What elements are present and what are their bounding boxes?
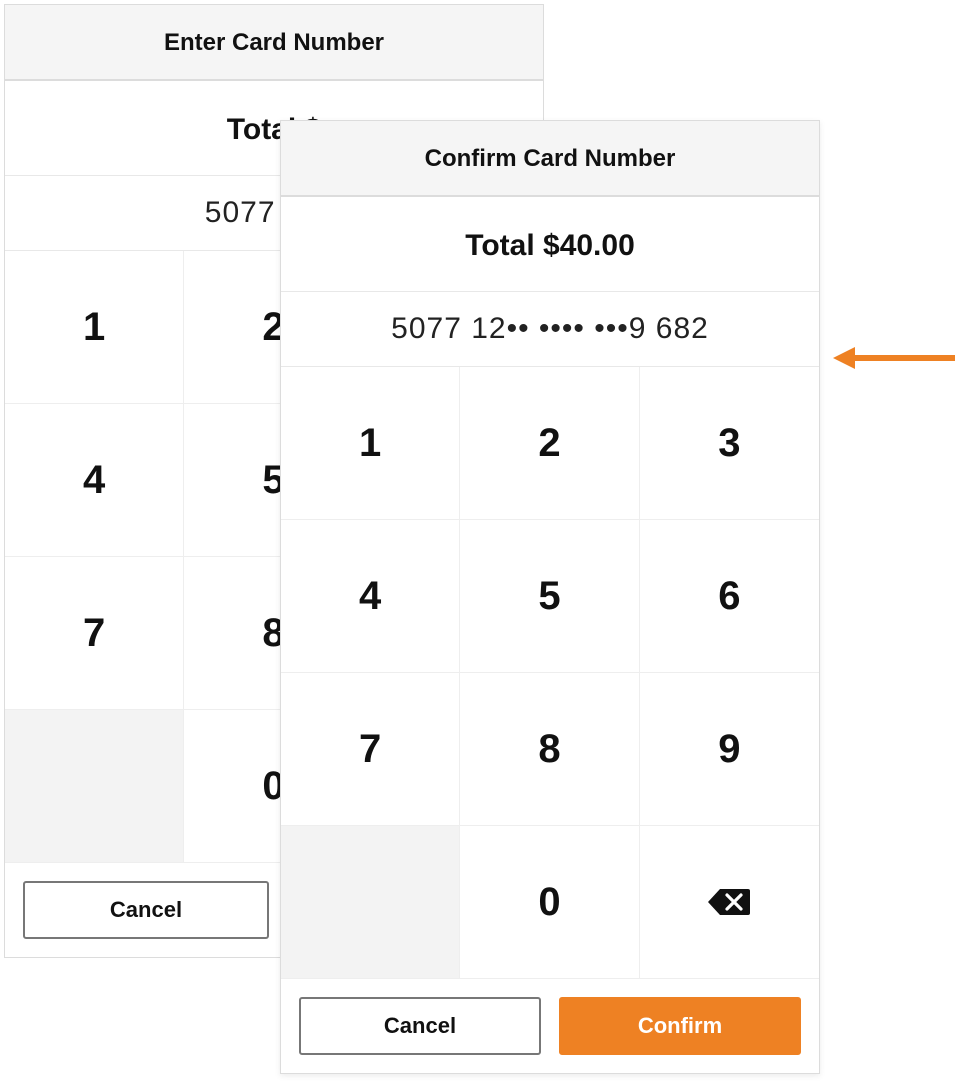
key-7[interactable]: 7 xyxy=(5,557,184,710)
confirm-button[interactable]: Confirm xyxy=(559,997,801,1055)
key-6[interactable]: 6 xyxy=(640,520,819,673)
keypad: 1 2 3 4 5 6 7 8 9 0 xyxy=(281,367,819,979)
key-blank xyxy=(281,826,460,979)
key-backspace[interactable] xyxy=(640,826,819,979)
key-1[interactable]: 1 xyxy=(281,367,460,520)
key-4[interactable]: 4 xyxy=(5,404,184,557)
key-3[interactable]: 3 xyxy=(640,367,819,520)
cancel-button[interactable]: Cancel xyxy=(299,997,541,1055)
card-number-display: 5077 12•• •••• •••9 682 xyxy=(281,292,819,367)
panel-title: Enter Card Number xyxy=(5,5,543,81)
key-9[interactable]: 9 xyxy=(640,673,819,826)
total-amount: Total $40.00 xyxy=(281,197,819,292)
key-4[interactable]: 4 xyxy=(281,520,460,673)
key-2[interactable]: 2 xyxy=(460,367,639,520)
key-7[interactable]: 7 xyxy=(281,673,460,826)
panel-footer: Cancel Confirm xyxy=(281,979,819,1073)
key-0[interactable]: 0 xyxy=(460,826,639,979)
confirm-card-panel: Confirm Card Number Total $40.00 5077 12… xyxy=(280,120,820,1074)
key-1[interactable]: 1 xyxy=(5,251,184,404)
key-8[interactable]: 8 xyxy=(460,673,639,826)
key-blank xyxy=(5,710,184,863)
panel-title: Confirm Card Number xyxy=(281,121,819,197)
annotation-arrow-icon xyxy=(833,343,955,373)
backspace-icon xyxy=(708,887,750,917)
key-5[interactable]: 5 xyxy=(460,520,639,673)
cancel-button[interactable]: Cancel xyxy=(23,881,269,939)
